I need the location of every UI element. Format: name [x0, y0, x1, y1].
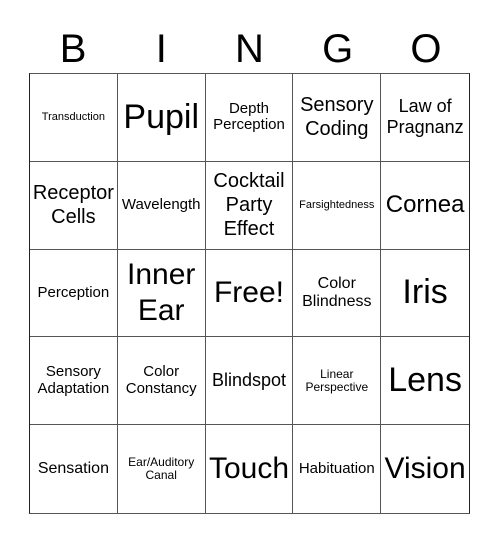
header-letter-n: N: [235, 27, 264, 71]
bingo-cell-habituation[interactable]: Habituation: [293, 425, 382, 513]
cell-label: Lens: [388, 361, 462, 400]
cell-label-line: Sensory: [45, 363, 101, 381]
cell-label-line: Pragnanz: [386, 117, 464, 138]
bingo-cell-wavelength[interactable]: Wavelength: [117, 161, 206, 250]
cell-label-line: Perception: [213, 116, 285, 134]
cell-label-line: Constancy: [125, 379, 197, 397]
header-letter-o: O: [410, 27, 442, 71]
cell-label: Habituation: [298, 459, 375, 477]
cell-label-line: Perspective: [305, 379, 369, 394]
header-letter-b: B: [59, 27, 87, 71]
bingo-cell-inner-ear[interactable]: Inner Ear: [117, 249, 206, 338]
cell-label: Iris: [402, 273, 448, 312]
cell-label-line: Blindness: [302, 292, 372, 310]
header-letter-i: I: [155, 27, 167, 71]
cell-label-line: Effect: [223, 218, 275, 241]
cell-label-line: Law of: [398, 95, 452, 116]
cell-label: Sensation: [37, 460, 109, 478]
bingo-cell-lens[interactable]: Lens: [381, 337, 469, 426]
bingo-cell-sensory-adaptation[interactable]: Sensory Adaptation: [30, 337, 118, 426]
cell-label: Free!: [213, 275, 284, 309]
bingo-cell-color-constancy[interactable]: Color Constancy: [117, 337, 206, 426]
bingo-cell-perception[interactable]: Perception: [30, 249, 118, 338]
bingo-cell-sensation[interactable]: Sensation: [30, 425, 118, 513]
bingo-cell-vision[interactable]: Vision: [381, 425, 469, 513]
bingo-cell-law-of-pragnanz[interactable]: Law of Pragnanz: [381, 74, 469, 162]
cell-label-line: Ear: [137, 293, 185, 327]
cell-label-line: Cocktail: [213, 170, 285, 193]
cell-label-line: Depth: [228, 99, 269, 117]
cell-label: Wavelength: [121, 195, 201, 213]
cell-label: Farsightedness: [299, 199, 375, 212]
cell-label: Vision: [384, 452, 466, 486]
cell-label-line: Inner: [127, 257, 196, 291]
bingo-cell-iris[interactable]: Iris: [381, 250, 469, 338]
bingo-cell-pupil[interactable]: Pupil: [117, 74, 206, 162]
bingo-header: B I N G O: [29, 26, 470, 72]
cell-label-line: Canal: [145, 468, 177, 483]
cell-label: Cornea: [385, 191, 465, 218]
bingo-cell-transduction[interactable]: Transduction: [30, 74, 118, 162]
cell-label-line: Linear: [320, 366, 354, 381]
bingo-cell-receptor-cells[interactable]: Receptor Cells: [30, 161, 118, 250]
bingo-cell-touch[interactable]: Touch: [206, 425, 294, 513]
cell-label: Blindspot: [211, 369, 287, 390]
cell-label: Touch: [208, 452, 290, 486]
cell-label-line: Color: [317, 275, 356, 293]
bingo-cell-cocktail-party-effect[interactable]: Cocktail Party Effect: [205, 161, 294, 250]
cell-label-line: Cells: [51, 206, 96, 229]
cell-label-line: Party: [225, 194, 273, 217]
cell-label: Perception: [37, 283, 110, 301]
bingo-cell-free-space[interactable]: Free!: [205, 249, 294, 338]
bingo-cell-blindspot[interactable]: Blindspot: [205, 337, 294, 426]
cell-label-line: Adaptation: [37, 379, 110, 397]
bingo-cell-farsightedness[interactable]: Farsightedness: [293, 161, 382, 250]
cell-label-line: Coding: [305, 118, 369, 141]
bingo-cell-ear-auditory-canal[interactable]: Ear/Auditory Canal: [118, 425, 206, 513]
bingo-cell-sensory-coding[interactable]: Sensory Coding: [293, 74, 382, 162]
bingo-cell-linear-perspective[interactable]: Linear Perspective: [293, 337, 382, 426]
bingo-cell-color-blindness[interactable]: Color Blindness: [293, 249, 382, 338]
bingo-cell-cornea[interactable]: Cornea: [381, 162, 469, 250]
cell-label-line: Receptor: [32, 182, 114, 205]
bingo-cell-depth-perception[interactable]: Depth Perception: [205, 74, 294, 162]
cell-label-line: Sensory: [300, 94, 374, 117]
bingo-grid: Transduction Pupil Depth Perception Sens…: [29, 73, 470, 514]
cell-label: Pupil: [123, 97, 199, 136]
cell-label: Transduction: [41, 111, 105, 124]
cell-label-line: Color: [143, 363, 180, 381]
header-letter-g: G: [322, 27, 354, 71]
